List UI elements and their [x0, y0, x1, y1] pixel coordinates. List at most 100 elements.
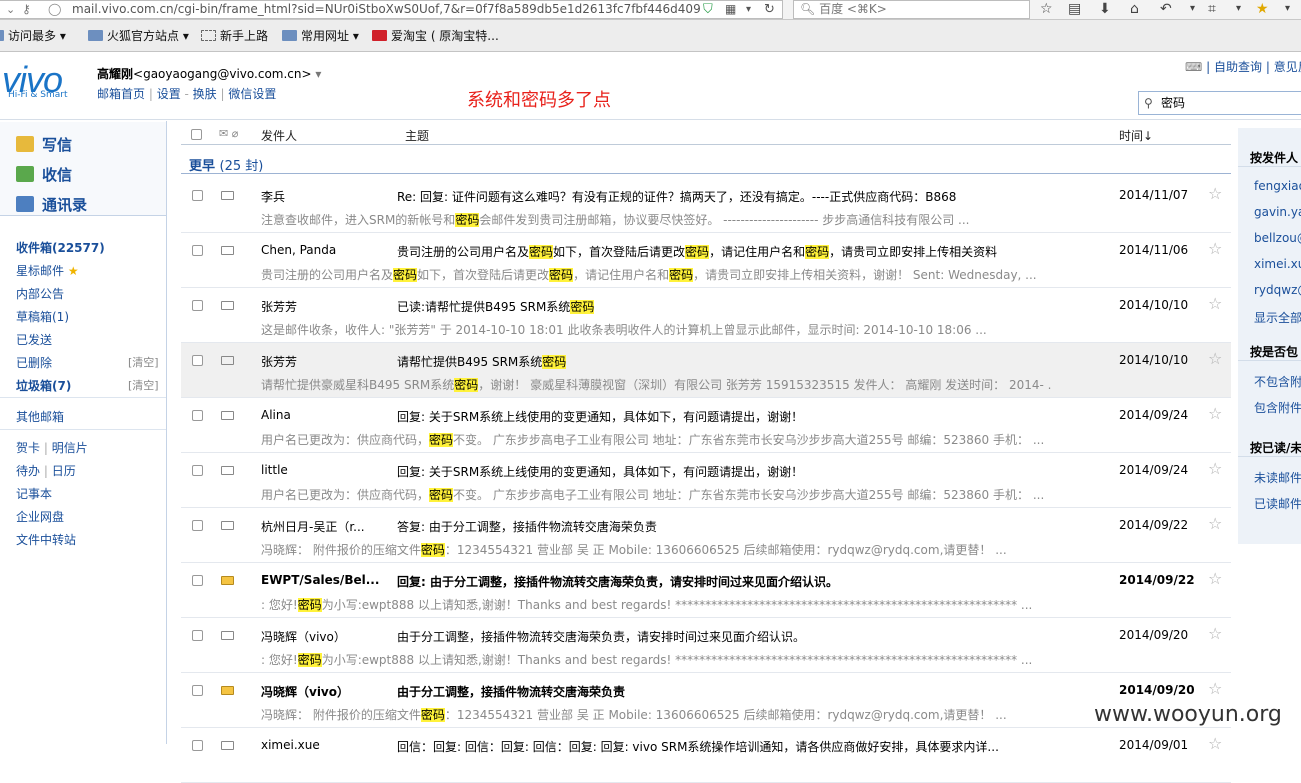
folder-sent[interactable]: 已发送 [16, 331, 52, 348]
self-service-link[interactable]: 自助查询 [1214, 60, 1262, 74]
star-icon[interactable]: ☆ [1208, 459, 1222, 478]
filter-show-all[interactable]: 显示全部 [1254, 309, 1301, 326]
home-icon[interactable]: ⌂ [1130, 1, 1139, 17]
column-time[interactable]: 时间↓ [1119, 127, 1153, 144]
dropdown-icon[interactable]: ▾ [1236, 1, 1241, 17]
account-name[interactable]: 高耀刚<gaoyaogang@vivo.com.cn> ▾ [97, 65, 321, 82]
mail-search-input[interactable]: ⚲ 密码 [1138, 91, 1301, 115]
keyboard-icon[interactable]: ⌨ [1185, 60, 1202, 74]
reading-list-icon[interactable]: ▤ [1068, 1, 1081, 17]
email-subject[interactable]: 回复: 由于分工调整，接插件物流转交唐海荣负责，请安排时间过来见面介绍认识。 [397, 573, 1012, 590]
email-row[interactable]: little 回复: 关于SRM系统上线使用的变更通知，具体如下，有问题请提出，谢… [181, 453, 1231, 508]
receive-button[interactable]: 收信 [16, 164, 72, 185]
filter-no-attachment[interactable]: 不包含附 [1254, 373, 1301, 390]
bookmark-taobao[interactable]: 爱淘宝 ( 原淘宝特... [372, 28, 499, 44]
email-subject[interactable]: 回信：回复: 回信：回复: 回信：回复: 回复: vivo SRM系统操作培训通… [397, 738, 1012, 755]
row-checkbox[interactable] [192, 520, 203, 531]
filter-unread[interactable]: 未读邮件 [1254, 469, 1301, 486]
row-checkbox[interactable] [192, 410, 203, 421]
star-icon[interactable]: ☆ [1208, 349, 1222, 368]
envelope-attach-icon[interactable]: ✉ ⌀ [219, 127, 238, 140]
star-icon[interactable]: ☆ [1208, 569, 1222, 588]
wechat-settings-link[interactable]: 微信设置 [228, 87, 276, 101]
extension-icon[interactable]: ★ [1256, 1, 1269, 17]
email-subject[interactable]: 请帮忙提供B495 SRM系统密码 [397, 353, 1012, 370]
email-row[interactable]: 杭州日月-吴正（r... 答复: 由于分工调整，接插件物流转交唐海荣负责 冯晓辉： … [181, 508, 1231, 563]
mail-home-link[interactable]: 邮箱首页 [97, 87, 145, 101]
greeting-card-link[interactable]: 贺卡 [16, 441, 40, 455]
netdisk-link[interactable]: 企业网盘 [16, 508, 64, 525]
email-row[interactable]: ximei.xue 回信：回复: 回信：回复: 回信：回复: 回复: vivo S… [181, 728, 1231, 783]
folder-announce[interactable]: 内部公告 [16, 285, 64, 302]
calendar-link[interactable]: 日历 [52, 464, 76, 478]
email-subject[interactable]: 贵司注册的公司用户名及密码如下，首次登陆后请更改密码，请记住用户名和密码，请贵司… [397, 243, 1012, 260]
skin-link[interactable]: 换肤 [193, 87, 217, 101]
crop-icon[interactable]: ⌗ [1208, 1, 1216, 17]
email-row[interactable]: 李兵 Re: 回复: 证件问题有这么难吗？有没有正规的证件？搞两天了，还没有搞定。… [181, 178, 1231, 233]
star-icon[interactable]: ☆ [1208, 294, 1222, 313]
email-row[interactable]: 张芳芳 请帮忙提供B495 SRM系统密码 请帮忙提供豪威星科B495 SRM系统密… [181, 343, 1231, 398]
group-count[interactable]: (25 封) [220, 159, 264, 174]
filter-has-attachment[interactable]: 包含附件 [1254, 399, 1301, 416]
bookmark-common[interactable]: 常用网址 ▾ [282, 28, 359, 44]
postcard-link[interactable]: 明信片 [52, 441, 88, 455]
shield-icon[interactable]: ⛉ [703, 1, 713, 18]
star-icon[interactable]: ☆ [1208, 514, 1222, 533]
chevron-down-icon[interactable]: ▾ [315, 67, 321, 81]
filter-sender[interactable]: ximei.xu [1254, 257, 1301, 271]
download-icon[interactable]: ⬇ [1099, 1, 1111, 17]
row-checkbox[interactable] [192, 465, 203, 476]
row-checkbox[interactable] [192, 685, 203, 696]
row-checkbox[interactable] [192, 300, 203, 311]
email-subject[interactable]: 答复: 由于分工调整，接插件物流转交唐海荣负责 [397, 518, 1012, 535]
email-subject[interactable]: 回复: 关于SRM系统上线使用的变更通知，具体如下，有问题请提出，谢谢！ [397, 463, 1012, 480]
filter-sender[interactable]: fengxiao [1254, 179, 1301, 193]
select-all-checkbox[interactable] [191, 129, 202, 140]
address-bar[interactable]: ⌄ ⚷ ◯ mail.vivo.com.cn/cgi-bin/frame_htm… [0, 0, 783, 19]
row-checkbox[interactable] [192, 190, 203, 201]
row-checkbox[interactable] [192, 740, 203, 751]
undo-icon[interactable]: ↶ [1160, 1, 1172, 17]
bookmark-star-icon[interactable]: ☆ [1040, 1, 1053, 17]
history-icon[interactable]: ⌄ [6, 1, 15, 18]
filter-sender[interactable]: rydqwz@ [1254, 283, 1301, 297]
file-transfer-link[interactable]: 文件中转站 [16, 531, 76, 548]
compose-button[interactable]: 写信 [16, 134, 72, 155]
qr-icon[interactable]: ▦ [725, 1, 736, 18]
star-icon[interactable]: ☆ [1208, 404, 1222, 423]
bookmark-firefox[interactable]: 火狐官方站点 ▾ [88, 28, 189, 44]
notes-link[interactable]: 记事本 [16, 485, 52, 502]
dropdown-icon[interactable]: ▾ [1285, 1, 1290, 17]
clear-deleted-link[interactable]: [清空] [128, 354, 159, 370]
row-checkbox[interactable] [192, 355, 203, 366]
email-row[interactable]: Chen, Panda 贵司注册的公司用户名及密码如下，首次登陆后请更改密码，请记… [181, 233, 1231, 288]
folder-other-mailboxes[interactable]: 其他邮箱 [16, 408, 64, 425]
bookmark-most-visited[interactable]: 访问最多 ▾ [0, 28, 66, 44]
email-row[interactable]: 张芳芳 已读:请帮忙提供B495 SRM系统密码 这是邮件收条，收件人: "张芳芳"… [181, 288, 1231, 343]
row-checkbox[interactable] [192, 245, 203, 256]
settings-link[interactable]: 设置 [157, 87, 181, 101]
column-subject[interactable]: 主题 [405, 127, 429, 144]
dropdown-icon[interactable]: ▾ [746, 1, 751, 18]
email-row[interactable]: Alina 回复: 关于SRM系统上线使用的变更通知，具体如下，有问题请提出，谢谢… [181, 398, 1231, 453]
filter-sender[interactable]: bellzou@ [1254, 231, 1301, 245]
folder-spam[interactable]: 垃圾箱(7) [16, 377, 71, 394]
email-subject[interactable]: Re: 回复: 证件问题有这么难吗？有没有正规的证件？搞两天了，还没有搞定。--… [397, 188, 1012, 205]
email-row[interactable]: 冯晓辉（vivo） 由于分工调整，接插件物流转交唐海荣负责 冯晓辉： 附件报价的压缩… [181, 673, 1231, 728]
email-subject[interactable]: 由于分工调整，接插件物流转交唐海荣负责，请安排时间过来见面介绍认识。 [397, 628, 1012, 645]
folder-inbox[interactable]: 收件箱(22577) [16, 239, 105, 256]
contacts-button[interactable]: 通讯录 [16, 194, 87, 215]
folder-starred[interactable]: 星标邮件 ★ [16, 262, 79, 279]
clear-spam-link[interactable]: [清空] [128, 377, 159, 393]
filter-read[interactable]: 已读邮件 [1254, 495, 1301, 512]
star-icon[interactable]: ☆ [1208, 679, 1222, 698]
email-subject[interactable]: 回复: 关于SRM系统上线使用的变更通知，具体如下，有问题请提出，谢谢！ [397, 408, 1012, 425]
email-row[interactable]: EWPT/Sales/Bel... 回复: 由于分工调整，接插件物流转交唐海荣负责… [181, 563, 1231, 618]
folder-deleted[interactable]: 已删除 [16, 354, 52, 371]
star-icon[interactable]: ☆ [1208, 239, 1222, 258]
column-sender[interactable]: 发件人 [261, 127, 297, 144]
folder-drafts[interactable]: 草稿箱(1) [16, 308, 69, 325]
row-checkbox[interactable] [192, 630, 203, 641]
feedback-link[interactable]: 意见反 [1274, 60, 1301, 74]
row-checkbox[interactable] [192, 575, 203, 586]
